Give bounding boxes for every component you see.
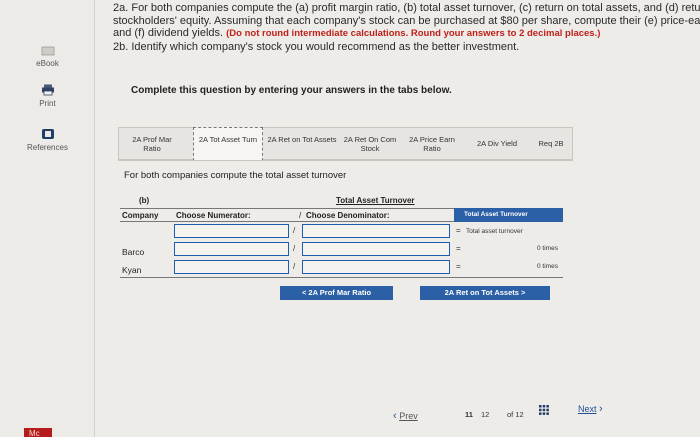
header-result: Total Asset Turnover [464, 211, 528, 218]
panel-title: For both companies compute the total ass… [124, 170, 347, 181]
next-button[interactable]: Next › [578, 403, 603, 415]
header-company: Company [122, 211, 159, 220]
ebook-icon [41, 46, 54, 56]
tab-ret-on-tot-assets[interactable]: 2A Ret on Tot Assets [267, 128, 337, 161]
page: eBook Print References Mc 2a. For both c… [0, 0, 700, 437]
divide-symbol: / [293, 226, 296, 235]
sidebar-item-label: References [27, 143, 68, 152]
page-total: of 12 [507, 410, 524, 419]
tab-div-yield[interactable]: 2A Div Yield [467, 128, 527, 161]
instructions-line: stockholders' equity. Assuming that each… [113, 14, 700, 27]
grid-icon[interactable] [539, 405, 549, 415]
page-current[interactable]: 11 [465, 410, 473, 419]
sidebar-item-label: eBook [36, 59, 59, 68]
prev-button[interactable]: ‹ Prev [393, 410, 418, 422]
tab-prof-mar-ratio[interactable]: 2A Prof Mar Ratio [123, 128, 181, 161]
divide-symbol: / [293, 262, 296, 271]
instructions-text: and (f) dividend yields. [113, 27, 224, 39]
complete-instruction: Complete this question by entering your … [131, 85, 452, 96]
section-label: (b) [139, 196, 150, 205]
company-name: Kyan [122, 265, 142, 275]
header-numerator: Choose Numerator: [176, 211, 251, 220]
numerator-dropdown[interactable] [174, 224, 289, 238]
denominator-input[interactable] [302, 242, 450, 256]
numerator-input[interactable] [174, 242, 289, 256]
printer-icon [41, 84, 54, 96]
divide-symbol: / [293, 244, 296, 253]
equals-symbol: = [456, 226, 461, 235]
header-divide: / [299, 211, 302, 220]
denominator-dropdown[interactable] [302, 224, 450, 238]
tab-tot-asset-turn[interactable]: 2A Tot Asset Turn [193, 127, 263, 161]
references-icon [41, 129, 54, 139]
equals-symbol: = [456, 262, 461, 271]
sidebar-item-label: Print [39, 99, 56, 108]
sidebar-item-references[interactable]: References [0, 128, 95, 152]
instructions-line: 2a. For both companies compute the (a) p… [113, 2, 700, 14]
chevron-left-icon: ‹ [393, 410, 397, 422]
prev-tab-button[interactable]: < 2A Prof Mar Ratio [280, 286, 393, 300]
chevron-right-icon: › [599, 403, 603, 415]
instructions-line: 2b. Identify which company's stock you w… [113, 40, 520, 53]
sidebar-item-ebook[interactable]: eBook [0, 46, 95, 68]
sidebar: eBook Print References Mc [0, 0, 95, 437]
result-label: Total asset turnover [466, 228, 523, 235]
tab-price-earn-ratio[interactable]: 2A Price Earn Ratio [403, 128, 461, 161]
page-next[interactable]: 12 [481, 410, 489, 419]
tab-bar: 2A Prof Mar Ratio 2A Tot Asset Turn 2A R… [118, 127, 573, 161]
denominator-input[interactable] [302, 260, 450, 274]
next-label: Next [578, 404, 597, 414]
numerator-input[interactable] [174, 260, 289, 274]
table-divider [120, 277, 563, 278]
instructions-line: and (f) dividend yields. (Do not round i… [113, 27, 700, 41]
table-title: Total Asset Turnover [336, 196, 415, 205]
instructions: 2a. For both companies compute the (a) p… [113, 2, 700, 53]
result-value: 0 times [537, 263, 558, 270]
equals-symbol: = [456, 244, 461, 253]
rounding-warning: (Do not round intermediate calculations.… [226, 28, 601, 39]
sidebar-item-print[interactable]: Print [0, 84, 95, 108]
result-value: 0 times [537, 245, 558, 252]
next-tab-button[interactable]: 2A Ret on Tot Assets > [420, 286, 550, 300]
prev-label: Prev [399, 411, 418, 421]
tab-req-2b[interactable]: Req 2B [531, 128, 571, 161]
company-name: Barco [122, 247, 145, 257]
tab-ret-on-com-stock[interactable]: 2A Ret On Com Stock [341, 128, 399, 161]
header-denominator: Choose Denominator: [306, 211, 390, 220]
brand-logo: Mc [24, 428, 52, 437]
